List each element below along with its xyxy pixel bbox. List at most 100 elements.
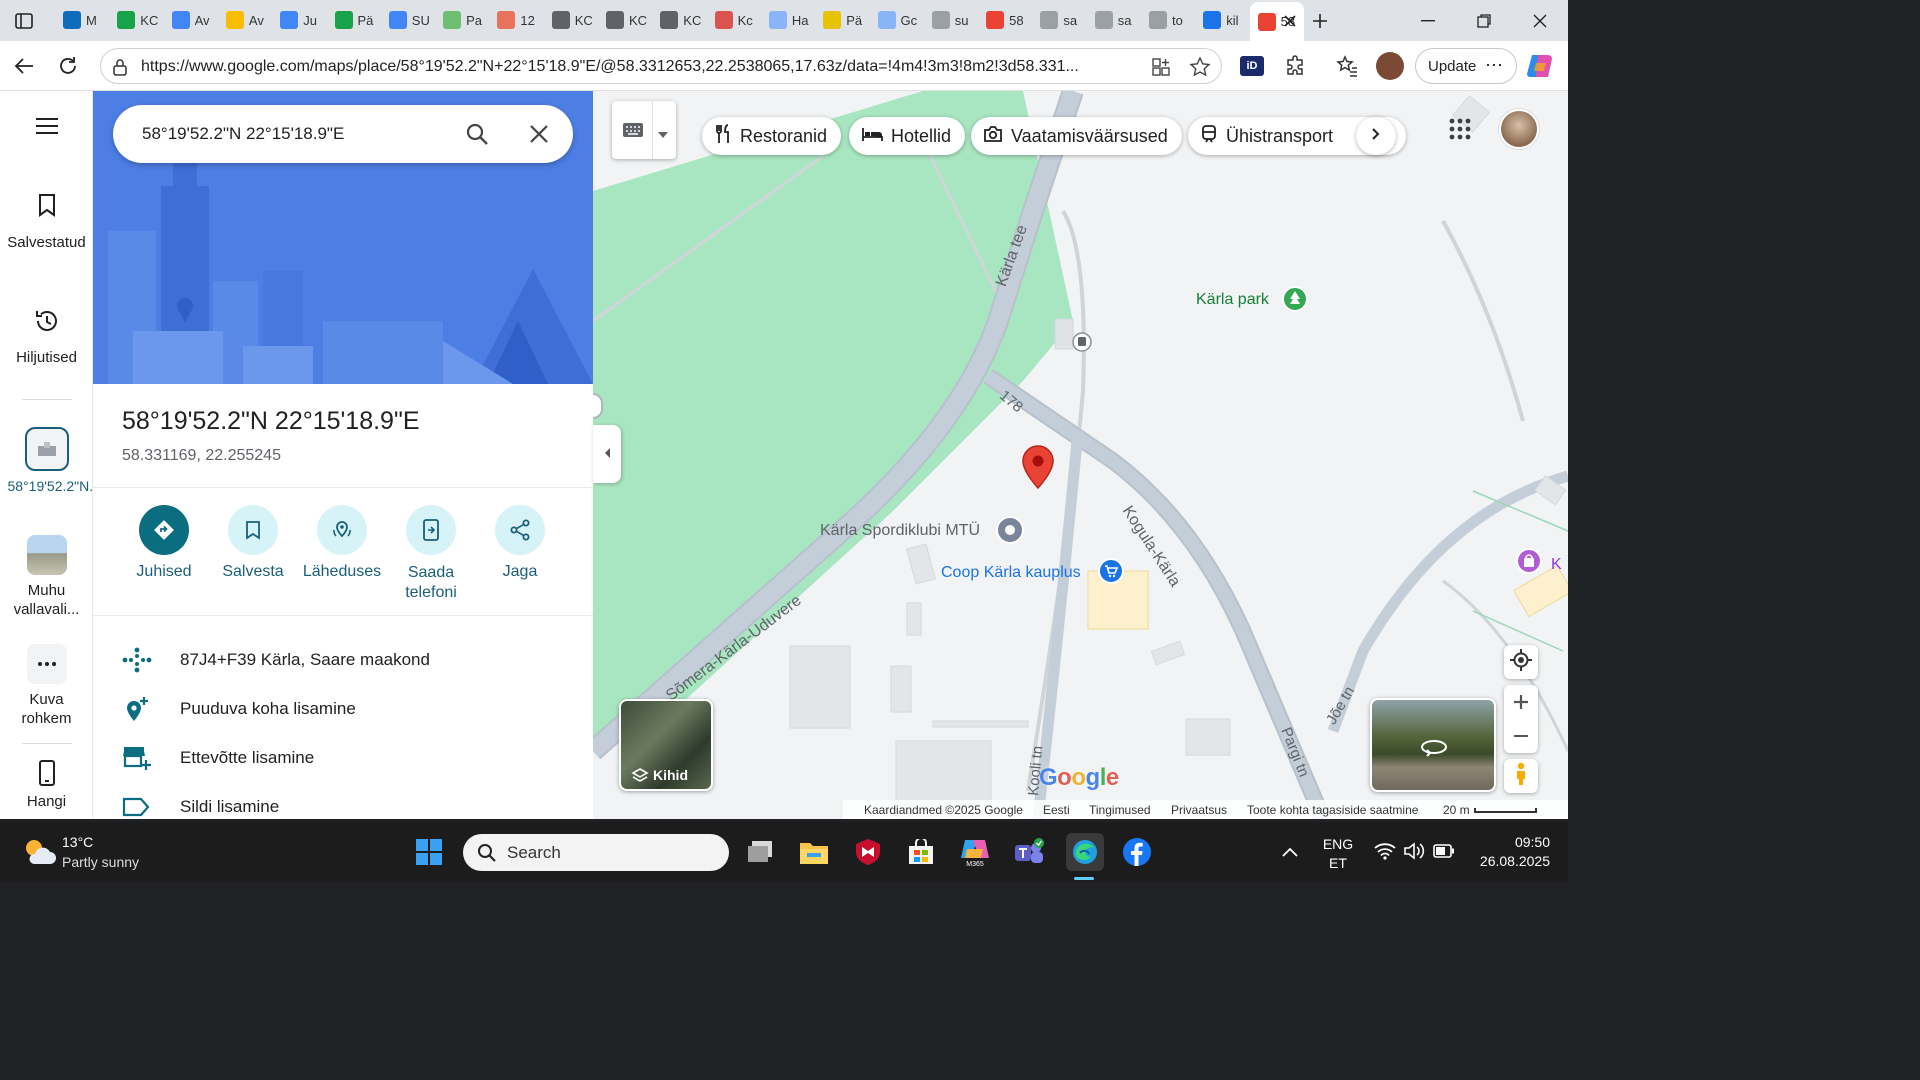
task-view-icon[interactable]: [743, 835, 777, 869]
weather-description[interactable]: Partly sunny: [62, 854, 139, 870]
profile-avatar[interactable]: [1376, 52, 1404, 80]
add-label-row[interactable]: Sildi lisamine: [122, 787, 582, 819]
browser-tab[interactable]: Pa: [435, 4, 489, 36]
browser-tab[interactable]: Ju: [272, 4, 326, 36]
rail-item-recent[interactable]: Hiljutised: [0, 299, 93, 366]
browser-tab[interactable]: SU: [381, 4, 435, 36]
share-button[interactable]: Jaga: [475, 505, 565, 581]
search-input[interactable]: 58°19'52.2"N 22°15'18.9"E: [142, 124, 344, 144]
chip-restaurants[interactable]: Restoranid: [702, 117, 842, 155]
zoom-in-button[interactable]: [1514, 685, 1528, 719]
more-menu-icon[interactable]: ⋯: [1485, 55, 1504, 76]
id-extension-icon[interactable]: iD: [1240, 56, 1264, 76]
browser-tab[interactable]: KC: [598, 4, 652, 36]
facebook-icon[interactable]: [1120, 835, 1154, 869]
browser-tab[interactable]: su: [924, 4, 978, 36]
browser-tab[interactable]: Pä: [327, 4, 381, 36]
back-button[interactable]: [9, 51, 39, 81]
browser-tab[interactable]: to: [1141, 4, 1195, 36]
teams-icon[interactable]: [1012, 835, 1046, 869]
chip-hotels[interactable]: Hotellid: [849, 117, 966, 155]
layers-button[interactable]: Kihid: [619, 699, 713, 791]
nearby-button[interactable]: Läheduses: [297, 505, 387, 581]
clear-search-icon[interactable]: [529, 124, 549, 149]
weather-temperature[interactable]: 13°C: [62, 834, 93, 850]
browser-tab[interactable]: sa: [1032, 4, 1086, 36]
browser-tab[interactable]: sa: [1087, 4, 1141, 36]
zoom-out-button[interactable]: [1514, 719, 1528, 753]
search-icon[interactable]: [465, 122, 489, 151]
shopping-bag-marker-icon[interactable]: [1515, 547, 1543, 580]
edge-browser-icon[interactable]: [1066, 833, 1104, 871]
browser-tab[interactable]: KC: [544, 4, 598, 36]
restore-button[interactable]: [1456, 0, 1512, 41]
volume-icon[interactable]: [1403, 842, 1425, 865]
rail-item-more[interactable]: Kuva rohkem: [0, 644, 93, 728]
favorite-star-icon[interactable]: [1189, 56, 1211, 83]
update-button[interactable]: Update ⋯: [1415, 48, 1517, 84]
rail-item-current-place[interactable]: 58°19'52.2"N...: [0, 427, 101, 496]
menu-button[interactable]: [0, 117, 93, 139]
poi-label-coop-shop[interactable]: Coop Kärla kauplus: [941, 564, 1081, 582]
park-tree-icon[interactable]: [1281, 285, 1309, 322]
poi-label-sports-club[interactable]: Kärla Spordiklubi MTÜ: [820, 522, 980, 540]
shopping-cart-icon[interactable]: [1097, 557, 1125, 590]
chip-sights[interactable]: Vaatamisväärsused: [971, 117, 1182, 155]
add-missing-place-row[interactable]: Puuduva koha lisamine: [122, 689, 582, 729]
rail-item-saved[interactable]: Salvestatud: [0, 183, 93, 252]
bus-stop-icon[interactable]: [1072, 332, 1092, 357]
scale-label[interactable]: 20 m: [1443, 803, 1470, 817]
partly-sunny-icon[interactable]: [22, 836, 56, 871]
windows-start-icon[interactable]: [412, 835, 446, 869]
file-explorer-icon[interactable]: [797, 835, 831, 869]
directions-button[interactable]: Juhised: [119, 505, 209, 581]
battery-icon[interactable]: [1433, 844, 1455, 863]
copilot-icon[interactable]: [1526, 53, 1554, 84]
poi-label-edge[interactable]: K: [1551, 556, 1562, 574]
favorites-list-icon[interactable]: [1335, 54, 1359, 83]
privacy-link[interactable]: Privaatsus: [1171, 803, 1227, 817]
refresh-button[interactable]: [53, 51, 83, 81]
browser-tab[interactable]: Av: [218, 4, 272, 36]
clock[interactable]: 09:50 26.08.2025: [1470, 834, 1550, 869]
send-to-phone-button[interactable]: Saada telefoni: [386, 505, 476, 603]
feedback-link[interactable]: Toote kohta tagasiside saatmine: [1247, 803, 1418, 817]
taskbar-search[interactable]: Search: [463, 834, 729, 871]
app-available-icon[interactable]: [1151, 57, 1171, 82]
map-country-link[interactable]: Eesti: [1043, 803, 1070, 817]
mcafee-icon[interactable]: [851, 835, 885, 869]
account-avatar[interactable]: [1499, 109, 1539, 149]
minimize-button[interactable]: [1400, 0, 1456, 41]
search-box[interactable]: 58°19'52.2"N 22°15'18.9"E: [113, 105, 573, 163]
show-hidden-icons-chevron[interactable]: [1282, 844, 1298, 862]
language-indicator[interactable]: ENG ET: [1318, 836, 1358, 871]
browser-tab[interactable]: Kc: [707, 4, 761, 36]
browser-tab[interactable]: Gc: [870, 4, 924, 36]
browser-tab[interactable]: 58: [978, 4, 1032, 36]
dropdown-caret-icon[interactable]: [658, 125, 668, 143]
rail-item-get-app[interactable]: Hangi: [0, 755, 93, 810]
tab-actions-icon[interactable]: [0, 0, 48, 41]
browser-tab[interactable]: KC: [109, 4, 163, 36]
browser-tab[interactable]: Ha: [761, 4, 815, 36]
dropped-pin-marker[interactable]: [1021, 444, 1055, 495]
pegman-button[interactable]: [1504, 759, 1538, 793]
chips-scroll-right-button[interactable]: [1356, 117, 1396, 155]
wifi-icon[interactable]: [1374, 842, 1396, 865]
close-window-button[interactable]: [1512, 0, 1568, 41]
browser-tab[interactable]: M: [55, 4, 109, 36]
my-location-button[interactable]: [1504, 645, 1538, 679]
add-business-row[interactable]: Ettevõtte lisamine: [122, 738, 582, 778]
collapse-panel-button[interactable]: [593, 425, 621, 483]
url-field[interactable]: https://www.google.com/maps/place/58°19'…: [100, 48, 1222, 84]
browser-tab[interactable]: Av: [164, 4, 218, 36]
input-tools-button[interactable]: [612, 101, 676, 159]
new-tab-button[interactable]: [1292, 0, 1348, 41]
lock-icon[interactable]: [112, 58, 128, 81]
browser-tab[interactable]: kil: [1195, 4, 1249, 36]
browser-tab[interactable]: KC: [652, 4, 706, 36]
browser-tab[interactable]: 12: [489, 4, 543, 36]
microsoft-365-icon[interactable]: M365: [958, 835, 992, 869]
plus-code-row[interactable]: 87J4+F39 Kärla, Saare maakond: [122, 640, 582, 680]
map-canvas[interactable]: Kärla tee 178 Kogula-Kärla Sõmera-Kärla-…: [593, 91, 1568, 819]
